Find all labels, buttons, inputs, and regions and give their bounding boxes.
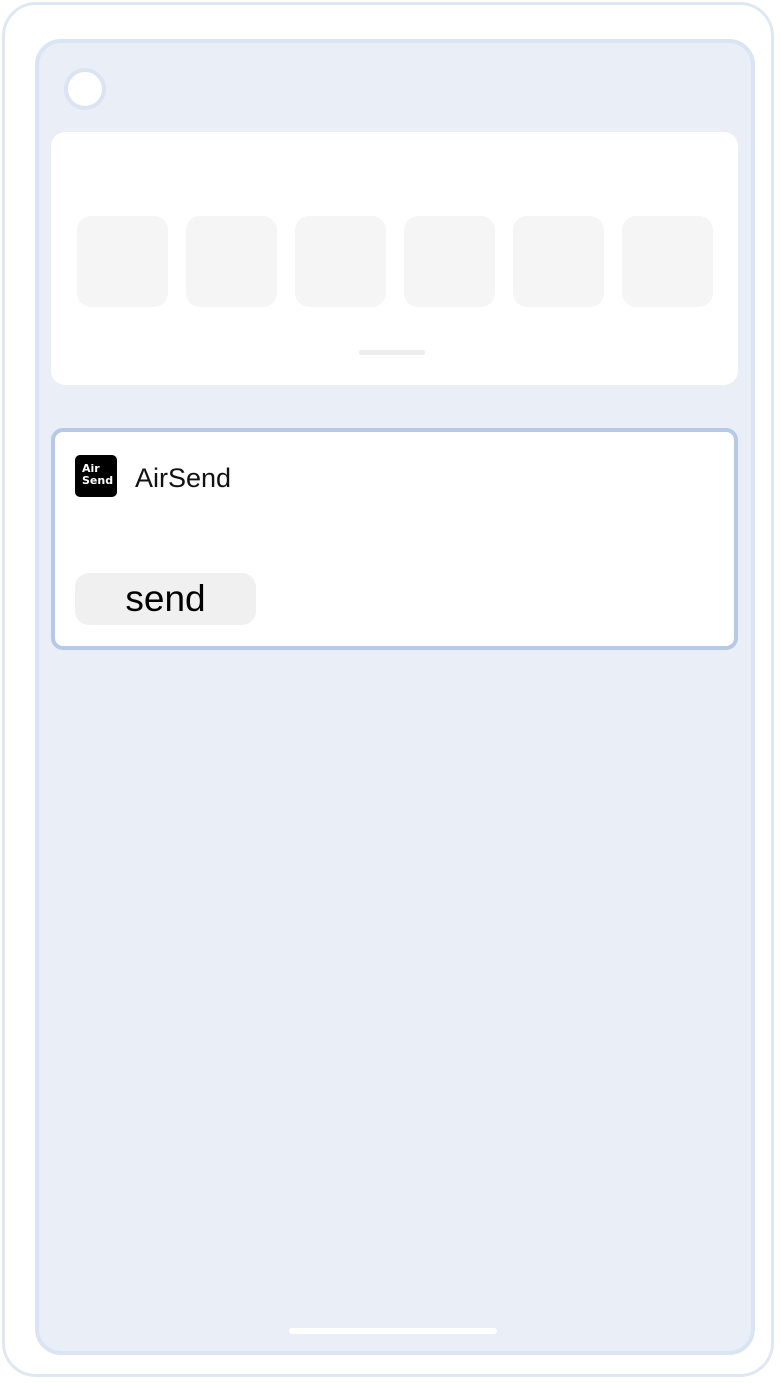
airsend-app-card: Air Send AirSend send (51, 428, 738, 650)
airsend-logo-icon: Air Send (75, 455, 117, 497)
share-target-placeholder[interactable] (77, 216, 168, 307)
send-button[interactable]: send (75, 573, 256, 625)
share-sheet (51, 132, 738, 385)
home-indicator[interactable] (289, 1328, 497, 1334)
front-camera-icon (64, 68, 106, 110)
share-target-placeholder[interactable] (622, 216, 713, 307)
app-name: AirSend (135, 463, 232, 493)
logo-text-line2: Send (82, 474, 114, 487)
sheet-drag-handle[interactable] (359, 350, 425, 355)
phone-screen: Air Send AirSend send (35, 39, 755, 1355)
share-target-placeholder[interactable] (295, 216, 386, 307)
share-target-placeholder[interactable] (513, 216, 604, 307)
share-target-placeholder[interactable] (186, 216, 277, 307)
share-target-placeholder[interactable] (404, 216, 495, 307)
phone-frame: Air Send AirSend send (2, 2, 774, 1377)
